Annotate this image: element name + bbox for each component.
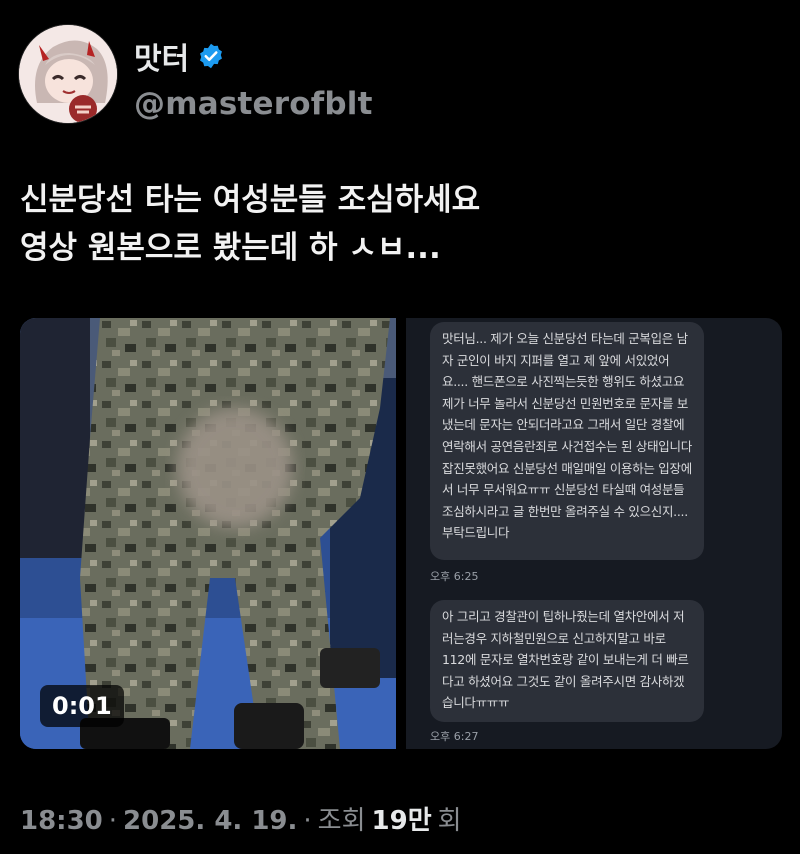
avatar[interactable]	[18, 24, 118, 124]
separator: ·	[303, 806, 312, 836]
post-time[interactable]: 18:30	[20, 806, 103, 836]
tweet-text: 신분당선 타는 여성분들 조심하세요 영상 원본으로 봤는데 하 ㅅㅂ...	[20, 176, 780, 272]
views-label-prefix: 조회	[317, 806, 366, 836]
tweet-header: 맛터 @masterofblt	[18, 24, 778, 124]
chat-screenshot[interactable]: 맛터님... 제가 오늘 신분당선 타는데 군복입은 남자 군인이 바지 지퍼를…	[406, 318, 782, 749]
views-count[interactable]: 19만	[372, 800, 432, 837]
post-date[interactable]: 2025. 4. 19.	[123, 806, 297, 836]
separator: ·	[108, 806, 118, 836]
chat-timestamp-1: 오후 6:25	[430, 570, 479, 583]
tweet-line-2: 영상 원본으로 봤는데 하 ㅅㅂ...	[20, 230, 441, 266]
views-label-suffix: 회	[437, 806, 462, 836]
tweet-meta: 18:30 · 2025. 4. 19. · 조회 19만 회	[20, 800, 462, 837]
display-name[interactable]: 맛터	[134, 34, 373, 78]
handle[interactable]: @masterofblt	[134, 86, 373, 122]
chat-timestamp-2: 오후 6:27	[430, 730, 479, 743]
media-grid: 0:01 맛터님... 제가 오늘 신분당선 타는데 군복입은 남자 군인이 바…	[20, 318, 782, 749]
verified-badge-icon	[200, 43, 223, 69]
video-duration-badge: 0:01	[40, 685, 124, 727]
anime-avatar-icon	[19, 25, 117, 123]
display-name-text[interactable]: 맛터	[134, 34, 189, 78]
video-thumbnail[interactable]: 0:01	[20, 318, 396, 749]
chat-message-1: 맛터님... 제가 오늘 신분당선 타는데 군복입은 남자 군인이 바지 지퍼를…	[430, 322, 704, 560]
chat-message-2: 아 그리고 경찰관이 팁하나줬는데 열차안에서 저러는경우 지하철민원으로 신고…	[430, 600, 704, 722]
author-names: 맛터 @masterofblt	[134, 34, 373, 122]
tweet-line-1: 신분당선 타는 여성분들 조심하세요	[20, 182, 481, 218]
